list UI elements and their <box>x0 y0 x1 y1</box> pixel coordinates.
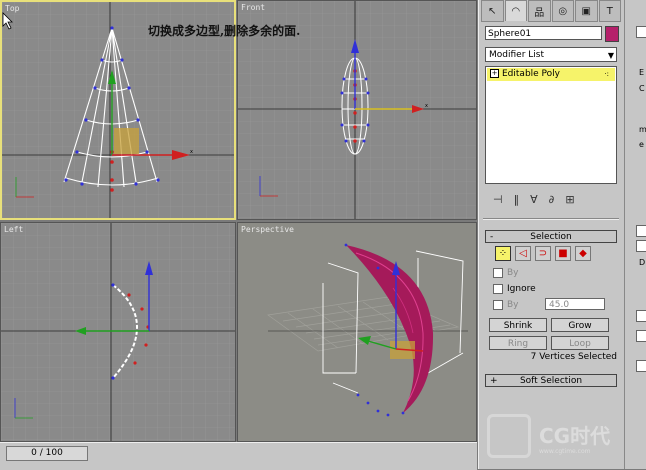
grow-button[interactable]: Grow <box>551 318 609 332</box>
configure-sets-icon[interactable]: ⊞ <box>565 193 574 206</box>
by-vertex-label: By <box>507 268 519 278</box>
viewport-label[interactable]: Front <box>241 3 265 12</box>
chevron-down-icon: ▼ <box>607 51 614 60</box>
remove-modifier-icon[interactable]: ∂ <box>549 193 555 206</box>
expand-icon[interactable]: + <box>490 69 499 78</box>
soft-selection-title: Soft Selection <box>519 376 583 386</box>
display-icon: ▣ <box>581 5 591 17</box>
shrink-button[interactable]: Shrink <box>489 318 547 332</box>
perspective-view-geometry <box>267 243 468 417</box>
checkbox-box <box>493 300 503 310</box>
strip-text-fragment: D <box>639 258 646 267</box>
object-name-field[interactable]: Sphere01 <box>485 26 602 40</box>
strip-text-fragment: C <box>639 84 645 93</box>
pin-stack-icon[interactable]: ⊣ <box>493 193 503 206</box>
mouse-cursor-icon <box>2 12 13 30</box>
strip-checkbox[interactable] <box>636 360 646 372</box>
loop-button[interactable]: Loop <box>551 336 609 350</box>
strip-field[interactable] <box>636 26 646 38</box>
soft-selection-rollout-header[interactable]: + Soft Selection <box>485 374 617 387</box>
strip-checkbox[interactable] <box>636 240 646 252</box>
hierarchy-icon: 品 <box>534 7 545 19</box>
viewport-label[interactable]: Left <box>4 225 23 234</box>
strip-text-fragment: E <box>639 68 645 77</box>
element-mode-icon[interactable]: ◆ <box>575 246 591 261</box>
ring-button[interactable]: Ring <box>489 336 547 350</box>
strip-checkbox[interactable] <box>636 310 646 322</box>
angle-spinner[interactable]: 45.0 <box>545 298 605 310</box>
watermark-url: www.cgtime.com <box>539 448 591 455</box>
pointer-icon: ↖ <box>488 5 497 17</box>
expand-icon: + <box>490 376 498 386</box>
display-tab[interactable]: ▣ <box>575 0 598 22</box>
vertex-dots-icon: ·: <box>604 70 609 78</box>
command-panel: ↖ ◠ 品 ◎ ▣ T Sphere01 Modifier List ▼ + Ed… <box>478 0 624 469</box>
strip-checkbox[interactable] <box>636 330 646 342</box>
stack-item-label: Editable Poly <box>502 69 560 79</box>
checkbox-box <box>493 268 503 278</box>
checkbox-box <box>493 284 503 294</box>
viewport-perspective[interactable]: Perspective <box>237 222 477 442</box>
selection-title: Selection <box>530 232 572 242</box>
modify-tab[interactable]: ◠ <box>504 0 527 21</box>
polygon-mode-icon[interactable]: ■ <box>555 246 571 261</box>
modify-icon: ◠ <box>511 5 521 17</box>
subobject-level-icons: ⁘ ◁ ⊃ ■ ◆ <box>495 246 591 261</box>
modifier-list-label: Modifier List <box>489 50 544 60</box>
create-tab[interactable]: ↖ <box>481 0 504 22</box>
tutorial-caption: 切换成多边型,删除多余的面. <box>148 24 301 38</box>
vertex-mode-icon[interactable]: ⁘ <box>495 246 511 261</box>
svg-text:x: x <box>190 149 193 155</box>
time-slider[interactable]: 0 / 100 <box>6 446 88 461</box>
by-angle-label: By <box>507 300 519 310</box>
collapse-icon: - <box>490 232 494 242</box>
make-unique-icon[interactable]: ∀ <box>530 193 538 206</box>
strip-text-fragment: e <box>639 140 644 149</box>
time-slider-bar: 0 / 100 <box>0 442 477 470</box>
hierarchy-tab[interactable]: 品 <box>528 0 551 22</box>
border-mode-icon[interactable]: ⊃ <box>535 246 551 261</box>
show-end-result-icon[interactable]: ‖ <box>514 193 520 206</box>
cg-logo-icon <box>487 414 531 458</box>
motion-icon: ◎ <box>558 5 568 17</box>
svg-text:x: x <box>425 103 428 109</box>
viewport-label[interactable]: Perspective <box>241 225 294 234</box>
strip-checkbox[interactable] <box>636 225 646 237</box>
watermark-text: CG时代 <box>539 424 611 448</box>
viewport-left[interactable]: Left <box>0 222 236 442</box>
by-angle-checkbox[interactable]: By <box>493 300 519 310</box>
selection-rollout-header[interactable]: - Selection <box>485 230 617 243</box>
modifier-list-dropdown[interactable]: Modifier List ▼ <box>485 47 617 62</box>
ignore-label: Ignore <box>507 284 536 294</box>
modifier-stack: + Editable Poly ·: <box>485 66 617 184</box>
hammer-icon: T <box>606 5 613 17</box>
edge-mode-icon[interactable]: ◁ <box>515 246 531 261</box>
ignore-backfacing-checkbox[interactable]: Ignore <box>493 284 536 294</box>
left-view-geometry <box>1 223 235 441</box>
motion-tab[interactable]: ◎ <box>551 0 574 22</box>
stack-item-editable-poly[interactable]: + Editable Poly ·: <box>487 68 615 81</box>
watermark: CG时代 www.cgtime.com <box>483 414 633 464</box>
object-color-swatch[interactable] <box>605 26 619 42</box>
divider <box>483 218 619 220</box>
selection-status: 7 Vertices Selected <box>530 352 617 362</box>
strip-text-fragment: m <box>639 125 646 134</box>
by-vertex-checkbox[interactable]: By <box>493 268 519 278</box>
stack-toolbar: ⊣ ‖ ∀ ∂ ⊞ <box>485 190 625 208</box>
command-panel-tabs: ↖ ◠ 品 ◎ ▣ T <box>481 0 621 22</box>
utilities-tab[interactable]: T <box>598 0 621 22</box>
secondary-panel-strip: E C m e D <box>624 0 646 469</box>
